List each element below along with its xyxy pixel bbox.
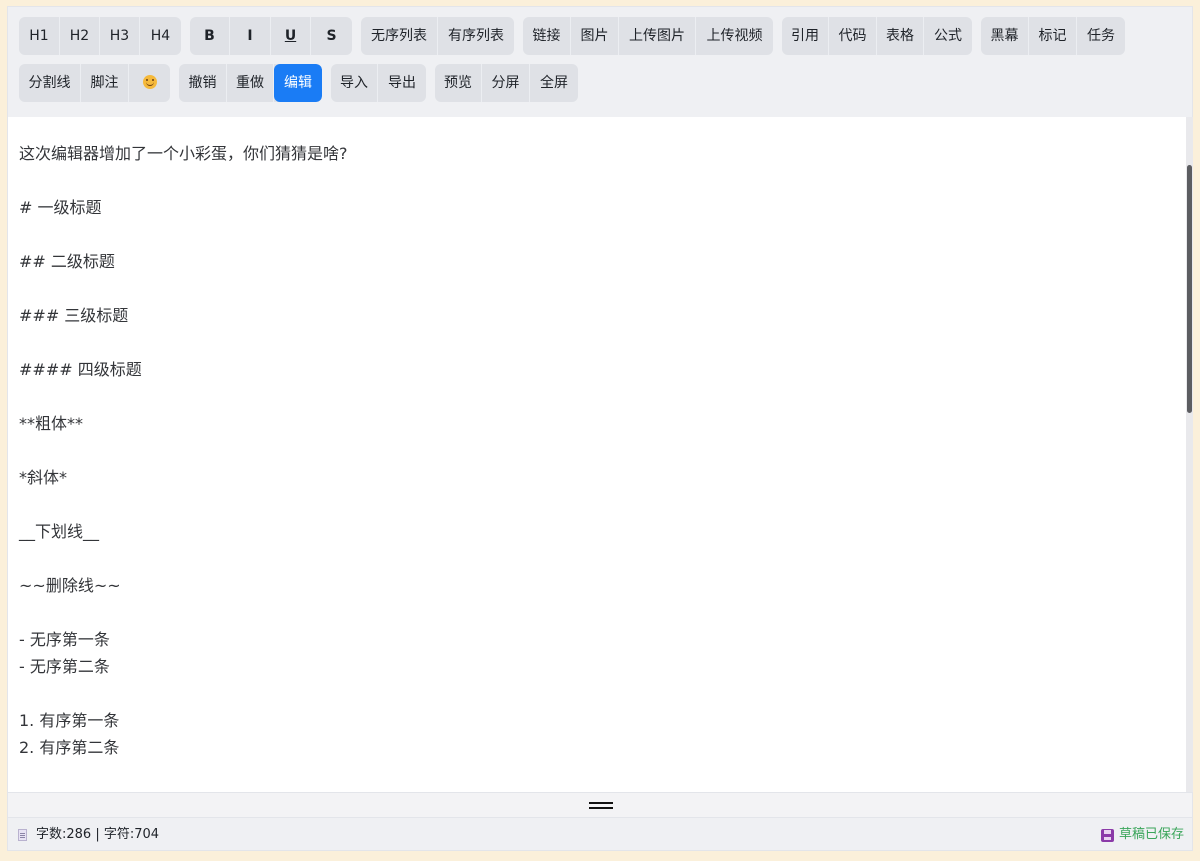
import-export-button-group: 导入 导出	[331, 64, 426, 102]
editor-text-area[interactable]: 这次编辑器增加了一个小彩蛋，你们猜猜是啥? # 一级标题 ## 二级标题 ###…	[8, 117, 1182, 792]
quote-button[interactable]: 引用	[782, 17, 829, 55]
code-button[interactable]: 代码	[829, 17, 877, 55]
export-button[interactable]: 导出	[378, 64, 426, 102]
history-button-group: 撤销 重做 编辑	[179, 64, 322, 102]
h3-button[interactable]: H3	[100, 17, 140, 55]
redo-button[interactable]: 重做	[227, 64, 274, 102]
h2-button[interactable]: H2	[60, 17, 100, 55]
word-count: 字数:286 | 字符:704	[36, 827, 160, 842]
editor-line: 2. 有序第二条	[19, 738, 120, 757]
ordered-list-button[interactable]: 有序列表	[438, 17, 514, 55]
split-screen-button[interactable]: 分屏	[482, 64, 530, 102]
list-button-group: 无序列表 有序列表	[361, 17, 514, 55]
mark-button[interactable]: 标记	[1029, 17, 1077, 55]
h1-button[interactable]: H1	[19, 17, 60, 55]
link-button[interactable]: 链接	[523, 17, 571, 55]
editor-line: **粗体**	[19, 414, 84, 433]
editor-line: __下划线__	[19, 522, 100, 541]
table-button[interactable]: 表格	[877, 17, 924, 55]
extra-button-group: 黑幕 标记 任务	[981, 17, 1125, 55]
scrollbar-thumb[interactable]	[1187, 165, 1192, 413]
document-icon	[18, 829, 27, 841]
resize-handle[interactable]	[8, 792, 1192, 817]
fullscreen-button[interactable]: 全屏	[530, 64, 578, 102]
blackout-button[interactable]: 黑幕	[981, 17, 1029, 55]
preview-button[interactable]: 预览	[435, 64, 482, 102]
h4-button[interactable]: H4	[140, 17, 181, 55]
task-button[interactable]: 任务	[1077, 17, 1125, 55]
block-button-group: 引用 代码 表格 公式	[782, 17, 972, 55]
underline-button[interactable]: U	[271, 17, 311, 55]
bold-button[interactable]: B	[190, 17, 230, 55]
image-button[interactable]: 图片	[571, 17, 619, 55]
toolbar: H1 H2 H3 H4 B I U S 无序列表 有序列表 链接 图片 上传图片…	[8, 7, 1192, 117]
strikethrough-button[interactable]: S	[311, 17, 352, 55]
editor-line: 1. 有序第一条	[19, 711, 120, 730]
import-button[interactable]: 导入	[331, 64, 378, 102]
editor-line: ~~删除线~~	[19, 576, 121, 595]
status-bar: 字数:286 | 字符:704 草稿已保存	[8, 817, 1192, 850]
drag-handle-icon[interactable]	[589, 802, 613, 809]
upload-video-button[interactable]: 上传视频	[696, 17, 773, 55]
edit-mode-button[interactable]: 编辑	[274, 64, 322, 102]
save-icon	[1101, 829, 1114, 842]
format-button-group: B I U S	[190, 17, 352, 55]
editor-line: *斜体*	[19, 468, 68, 487]
save-status: 草稿已保存	[1119, 827, 1185, 842]
heading-button-group: H1 H2 H3 H4	[19, 17, 181, 55]
vertical-scrollbar[interactable]	[1186, 117, 1193, 792]
unordered-list-button[interactable]: 无序列表	[361, 17, 438, 55]
formula-button[interactable]: 公式	[924, 17, 972, 55]
editor-line: - 无序第二条	[19, 657, 110, 676]
editor-line: - 无序第一条	[19, 630, 110, 649]
editor-line: 这次编辑器增加了一个小彩蛋，你们猜猜是啥?	[19, 144, 348, 163]
footnote-button[interactable]: 脚注	[81, 64, 129, 102]
italic-button[interactable]: I	[230, 17, 271, 55]
editor-line: ### 三级标题	[19, 306, 129, 325]
view-button-group: 预览 分屏 全屏	[435, 64, 578, 102]
editor-line: ## 二级标题	[19, 252, 115, 271]
undo-button[interactable]: 撤销	[179, 64, 227, 102]
divider-button[interactable]: 分割线	[19, 64, 81, 102]
smiley-emoji-icon	[142, 74, 157, 89]
editor-line: # 一级标题	[19, 198, 102, 217]
insert-button-group: 链接 图片 上传图片 上传视频	[523, 17, 773, 55]
editor-line: #### 四级标题	[19, 360, 142, 379]
misc-button-group: 分割线 脚注	[19, 64, 170, 102]
markdown-editor: H1 H2 H3 H4 B I U S 无序列表 有序列表 链接 图片 上传图片…	[7, 6, 1193, 851]
emoji-button[interactable]	[129, 64, 170, 102]
upload-image-button[interactable]: 上传图片	[619, 17, 696, 55]
